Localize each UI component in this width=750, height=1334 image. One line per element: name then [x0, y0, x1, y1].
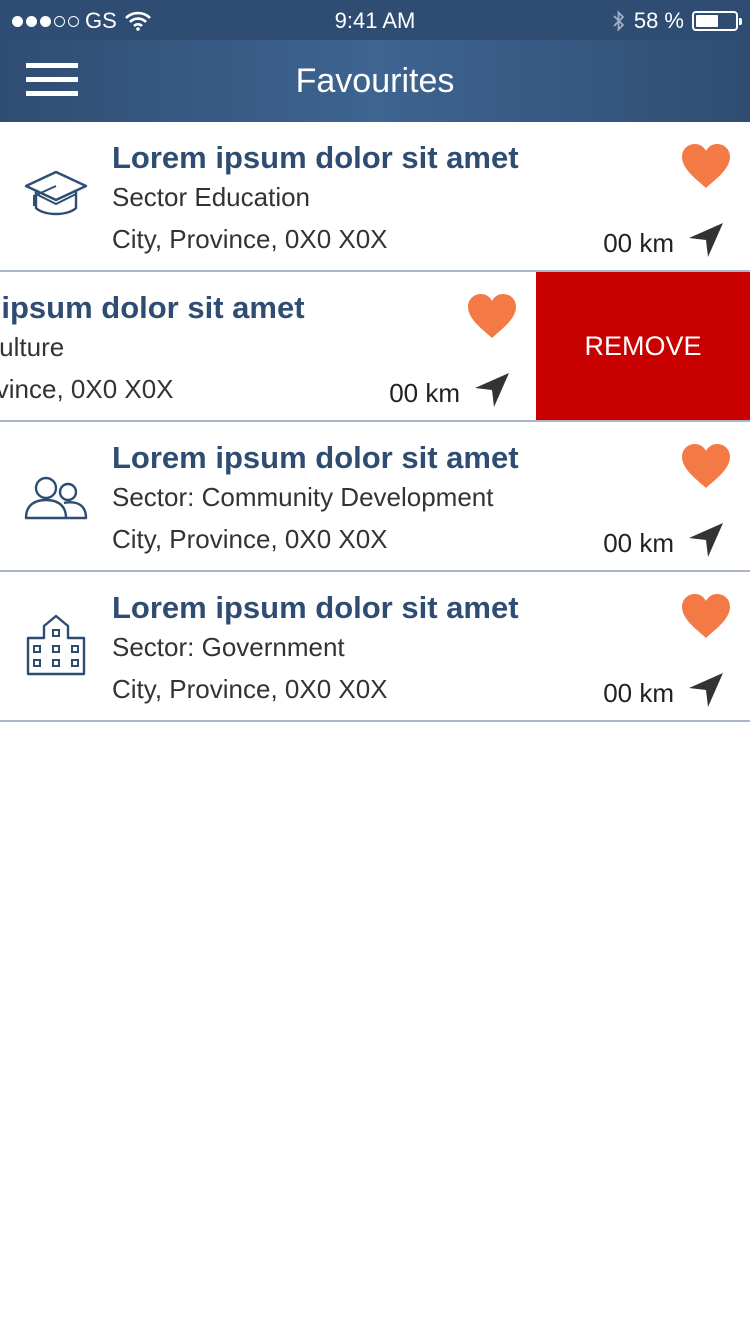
navigation-arrow-icon[interactable]	[686, 670, 726, 710]
favourite-sector: Sector: Community Development	[112, 482, 494, 512]
favourite-heart-icon[interactable]	[466, 292, 518, 340]
favourites-list: Lorem ipsum dolor sit amet Sector Educat…	[0, 122, 750, 722]
favourite-row-content[interactable]: Lorem ipsum dolor sit amet Sector: Commu…	[0, 422, 750, 572]
distance-label: 00 km	[603, 528, 674, 558]
favourite-address: City, Province, 0X0 X0X	[0, 374, 174, 404]
battery-percent: 58 %	[633, 8, 684, 33]
favourite-title[interactable]: Lorem ipsum dolor sit amet	[112, 440, 519, 476]
battery-icon	[692, 11, 742, 31]
favourite-row[interactable]: Lorem ipsum dolor sit amet Sector Cultur…	[0, 272, 750, 422]
favourite-row[interactable]: Lorem ipsum dolor sit amet Sector: Commu…	[0, 422, 750, 572]
favourite-row-content[interactable]: Lorem ipsum dolor sit amet Sector: Gover…	[0, 572, 750, 722]
distance-label: 00 km	[389, 378, 460, 408]
navigation-arrow-icon[interactable]	[472, 370, 512, 410]
distance-label: 00 km	[603, 228, 674, 258]
favourite-row[interactable]: Lorem ipsum dolor sit amet Sector: Gover…	[0, 572, 750, 722]
remove-button[interactable]: REMOVE	[536, 272, 750, 422]
favourite-title[interactable]: Lorem ipsum dolor sit amet	[0, 290, 305, 326]
navigation-arrow-icon[interactable]	[686, 220, 726, 260]
favourite-sector: Sector: Government	[112, 632, 345, 662]
distance-label: 00 km	[603, 678, 674, 708]
navigation-arrow-icon[interactable]	[686, 520, 726, 560]
favourite-title[interactable]: Lorem ipsum dolor sit amet	[112, 590, 519, 626]
favourite-row-content[interactable]: Lorem ipsum dolor sit amet Sector Cultur…	[0, 272, 536, 422]
favourite-address: City, Province, 0X0 X0X	[112, 224, 388, 254]
favourite-heart-icon[interactable]	[680, 442, 732, 490]
favourite-sector: Sector Education	[112, 182, 311, 212]
navigation-bar: Favourites	[0, 40, 750, 122]
people-icon	[20, 464, 92, 530]
favourite-row-content[interactable]: Lorem ipsum dolor sit amet Sector Educat…	[0, 122, 750, 272]
favourite-row[interactable]: Lorem ipsum dolor sit amet Sector Educat…	[0, 122, 750, 272]
favourite-heart-icon[interactable]	[680, 592, 732, 640]
page-title: Favourites	[295, 62, 455, 100]
favourite-heart-icon[interactable]	[680, 142, 732, 190]
status-bar: GS 9:41 AM 58 %	[0, 0, 750, 40]
graduation-cap-icon	[20, 164, 92, 230]
favourite-title[interactable]: Lorem ipsum dolor sit amet	[112, 140, 519, 176]
favourite-sector: Sector Culture	[0, 332, 65, 362]
bluetooth-icon	[613, 10, 625, 32]
favourite-address: City, Province, 0X0 X0X	[112, 524, 388, 554]
favourite-address: City, Province, 0X0 X0X	[112, 674, 388, 704]
building-icon	[20, 614, 92, 680]
